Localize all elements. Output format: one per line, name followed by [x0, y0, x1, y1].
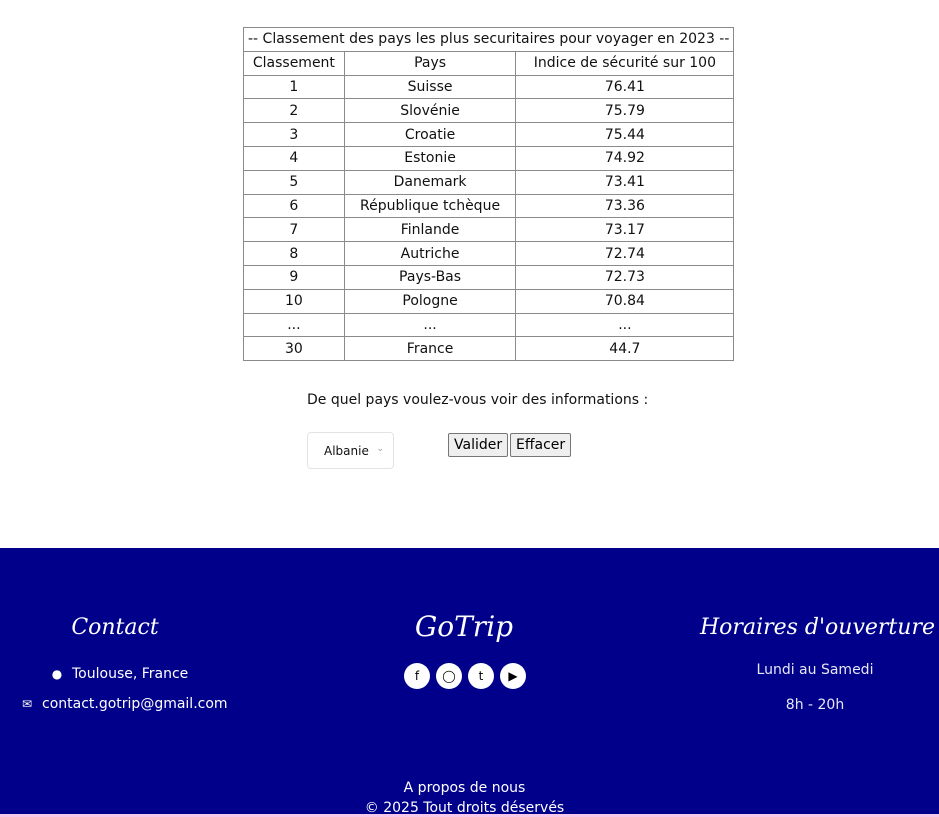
- rank-cell: 6: [243, 193, 345, 219]
- table-row: 5 Danemark 73.41: [243, 169, 735, 195]
- table-row: 7 Finlande 73.17: [243, 217, 735, 243]
- footer-location-text: Toulouse, France: [72, 666, 189, 682]
- table-row: 2 Slovénie 75.79: [243, 98, 735, 124]
- column-header-rank: Classement: [243, 50, 345, 76]
- instagram-icon[interactable]: ◯: [436, 663, 462, 689]
- about-link[interactable]: A propos de nous: [0, 780, 929, 796]
- rank-cell: 9: [243, 264, 345, 290]
- rank-cell: 2: [243, 98, 345, 124]
- facebook-icon[interactable]: f: [404, 663, 430, 689]
- country-cell: Estonie: [343, 145, 517, 171]
- chevron-down-icon: ⌄: [376, 444, 384, 454]
- table-row: 9 Pays-Bas 72.73: [243, 264, 735, 290]
- rank-cell: 3: [243, 122, 345, 147]
- index-cell: 75.44: [515, 122, 735, 147]
- country-cell: Danemark: [343, 169, 517, 195]
- rank-cell: 5: [243, 169, 345, 195]
- footer-location: ● Toulouse, France: [50, 666, 189, 682]
- index-cell: 70.84: [515, 288, 735, 314]
- index-cell: 76.41: [515, 74, 735, 100]
- country-cell: France: [343, 336, 517, 362]
- twitter-icon[interactable]: t: [468, 663, 494, 689]
- footer-hours-title: Horaires d'ouverture: [700, 615, 935, 640]
- table-row: 30 France 44.7: [243, 336, 735, 362]
- country-cell: Slovénie: [343, 98, 517, 124]
- table-row: .........: [243, 312, 735, 338]
- table-row: 1 Suisse 76.41: [243, 74, 735, 100]
- table-row: 6 République tchèque 73.36: [243, 193, 735, 219]
- country-select-value: Albanie: [324, 443, 369, 458]
- column-header-index: Indice de sécurité sur 100: [515, 50, 735, 76]
- footer-brand: GoTrip: [414, 610, 514, 643]
- social-links: f ◯ t ▶: [404, 663, 526, 689]
- country-cell: ...: [343, 312, 517, 338]
- column-header-country: Pays: [343, 50, 517, 76]
- country-select[interactable]: Albanie ⌄: [307, 432, 394, 469]
- index-cell: 73.17: [515, 217, 735, 243]
- footer-contact-title: Contact: [71, 615, 159, 640]
- table-body: 1 Suisse 76.41 2 Slovénie 75.79 3 Croatie 75.44 4…: [243, 74, 735, 362]
- footer-hours-days: Lundi au Samedi: [756, 662, 874, 678]
- rank-cell: 1: [243, 74, 345, 100]
- country-cell: Suisse: [343, 74, 517, 100]
- rank-cell: 30: [243, 336, 345, 362]
- rank-cell: 10: [243, 288, 345, 314]
- clear-button[interactable]: Effacer: [510, 433, 572, 457]
- index-cell: 73.41: [515, 169, 735, 195]
- rank-cell: 4: [243, 145, 345, 171]
- safety-ranking-table: -- Classement des pays les plus securita…: [242, 27, 735, 362]
- index-cell: 44.7: [515, 336, 735, 362]
- index-cell: 72.74: [515, 241, 735, 266]
- country-cell: Finlande: [343, 217, 517, 243]
- table-header-row: Classement Pays Indice de sécurité sur 1…: [243, 50, 735, 76]
- submit-button[interactable]: Valider: [448, 433, 509, 457]
- country-question-label: De quel pays voulez-vous voir des inform…: [307, 392, 649, 408]
- index-cell: 73.36: [515, 193, 735, 219]
- rank-cell: ...: [243, 312, 345, 338]
- rank-cell: 8: [243, 241, 345, 266]
- location-pin-icon: ●: [51, 667, 63, 681]
- country-cell: République tchèque: [343, 193, 517, 219]
- envelope-icon: ✉: [21, 697, 33, 711]
- rank-cell: 7: [243, 217, 345, 243]
- table-caption: -- Classement des pays les plus securita…: [242, 27, 735, 52]
- index-cell: 72.73: [515, 264, 735, 290]
- index-cell: 74.92: [515, 145, 735, 171]
- footer-email[interactable]: ✉ contact.gotrip@gmail.com: [20, 696, 228, 712]
- table-row: 8 Autriche 72.74: [243, 241, 735, 266]
- country-cell: Autriche: [343, 241, 517, 266]
- table-row: 4 Estonie 74.92: [243, 145, 735, 171]
- table-caption-row: -- Classement des pays les plus securita…: [242, 27, 735, 52]
- site-footer: Contact ● Toulouse, France ✉ contact.gotri…: [0, 548, 939, 816]
- index-cell: ...: [515, 312, 735, 338]
- youtube-icon[interactable]: ▶: [500, 663, 526, 689]
- footer-email-text[interactable]: contact.gotrip@gmail.com: [42, 696, 228, 712]
- country-cell: Croatie: [343, 122, 517, 147]
- table-row: 3 Croatie 75.44: [243, 122, 735, 147]
- footer-hours-time: 8h - 20h: [785, 697, 845, 713]
- country-cell: Pays-Bas: [343, 264, 517, 290]
- table-row: 10 Pologne 70.84: [243, 288, 735, 314]
- index-cell: 75.79: [515, 98, 735, 124]
- country-cell: Pologne: [343, 288, 517, 314]
